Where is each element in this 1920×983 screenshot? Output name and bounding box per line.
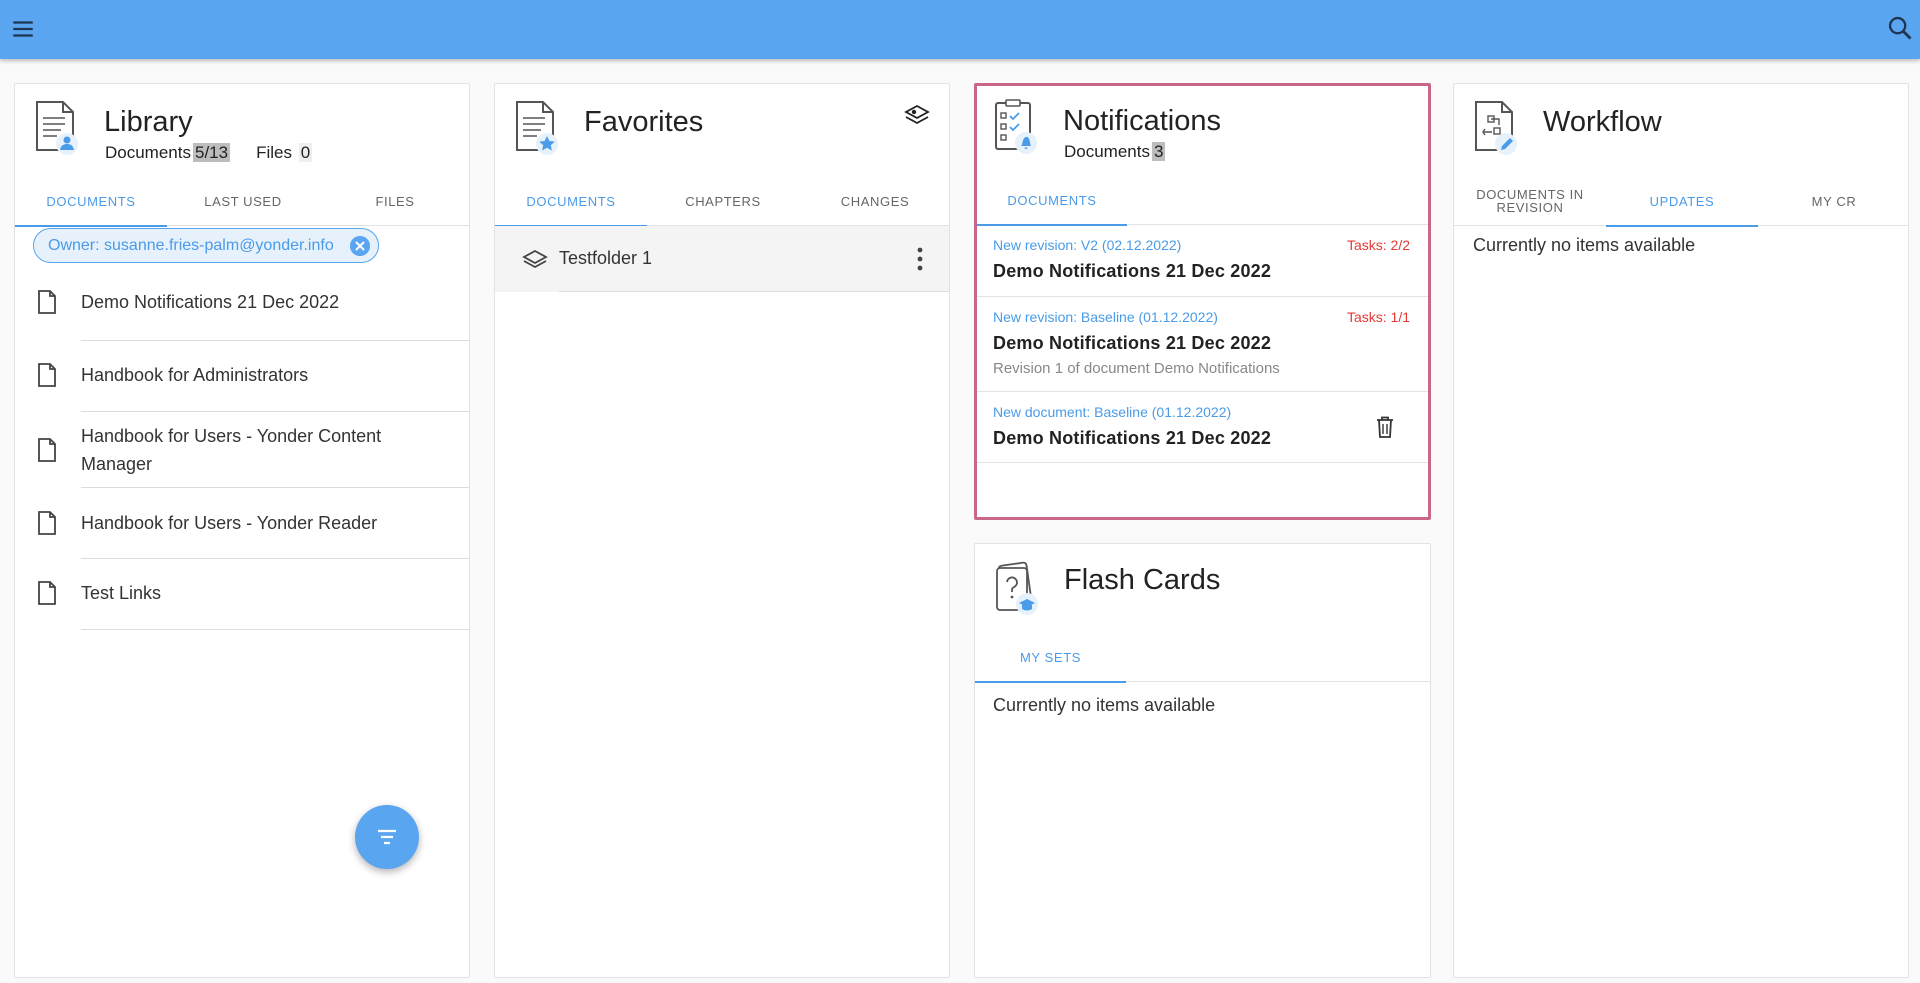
search-icon[interactable] (1886, 14, 1914, 42)
notifications-header: Notifications Documents 3 (977, 86, 1428, 166)
list-item[interactable]: Handbook for Users - Yonder Content Mana… (15, 412, 469, 488)
documents-count-badge: 3 (1151, 142, 1166, 161)
empty-state-text: Currently no items available (993, 695, 1216, 715)
empty-state-text: Currently no items available (1473, 235, 1696, 255)
notifications-title: Notifications (1063, 105, 1221, 137)
library-title: Library (104, 106, 193, 138)
notification-subtitle: Revision 1 of document Demo Notification… (993, 360, 1280, 377)
top-app-bar (0, 0, 1920, 59)
favorites-header: Favorites (495, 84, 949, 164)
notifications-card: Notifications Documents 3 DOCUMENTS New r… (974, 83, 1431, 520)
more-options-icon[interactable] (917, 246, 923, 272)
favorites-tabs: DOCUMENTS CHAPTERS CHANGES (495, 176, 949, 227)
favorites-title: Favorites (584, 106, 704, 138)
notification-item[interactable]: New revision: Baseline (01.12.2022) Task… (977, 297, 1428, 392)
library-header: Library Documents 5/13 Files 0 (15, 84, 469, 164)
notifications-tabs: DOCUMENTS (977, 175, 1428, 226)
tab-documents[interactable]: DOCUMENTS (495, 176, 647, 227)
tab-documents[interactable]: DOCUMENTS (15, 176, 167, 227)
list-item[interactable]: Test Links (15, 559, 469, 630)
favorite-folder-row[interactable]: Testfolder 1 (495, 226, 949, 292)
layers-pin-icon[interactable] (903, 102, 931, 130)
notification-title: Demo Notifications 21 Dec 2022 (993, 333, 1272, 353)
tab-chapters[interactable]: CHAPTERS (647, 176, 799, 226)
menu-icon[interactable] (10, 16, 36, 42)
filter-icon (378, 829, 396, 845)
document-icon (38, 511, 56, 535)
document-title: Handbook for Users - Yonder Reader (81, 513, 378, 533)
flashcards-card: Flash Cards MY SETS Currently no items a… (974, 543, 1431, 978)
document-title: Test Links (81, 583, 162, 603)
favorites-document-star-icon (516, 101, 558, 155)
library-document-user-icon (36, 101, 78, 155)
notification-title: Demo Notifications 21 Dec 2022 (993, 428, 1272, 448)
workflow-title: Workflow (1543, 106, 1662, 138)
notification-type: New document: Baseline (01.12.2022) (993, 404, 1232, 420)
notifications-checklist-bell-icon (995, 99, 1037, 154)
tab-files[interactable]: FILES (319, 176, 469, 226)
notification-item[interactable]: New document: Baseline (01.12.2022) Demo… (977, 392, 1428, 463)
document-icon (38, 363, 56, 387)
document-title: Demo Notifications 21 Dec 2022 (81, 292, 340, 312)
owner-filter-chip: Owner: susanne.fries-palm@yonder.info (33, 228, 379, 263)
files-count-badge: 0 (298, 143, 313, 162)
filter-button[interactable] (355, 805, 419, 869)
tab-changes[interactable]: CHANGES (799, 176, 949, 226)
tab-my-cr[interactable]: MY CR (1758, 176, 1908, 226)
documents-count-badge: 5/13 (192, 143, 231, 162)
list-item[interactable]: Handbook for Administrators (15, 341, 469, 412)
workflow-tabs: DOCUMENTS IN REVISION UPDATES MY CR (1454, 176, 1908, 227)
notification-title: Demo Notifications 21 Dec 2022 (993, 261, 1272, 281)
list-item[interactable]: Handbook for Users - Yonder Reader (15, 488, 469, 559)
tab-last-used[interactable]: LAST USED (167, 176, 319, 226)
owner-filter-label: Owner: susanne.fries-palm@yonder.info (48, 237, 334, 254)
notification-tasks: Tasks: 1/1 (1346, 309, 1410, 325)
close-icon[interactable] (349, 236, 370, 256)
document-title: Handbook for Administrators (81, 365, 309, 385)
flashcards-question-cap-icon (996, 561, 1038, 615)
tab-updates[interactable]: UPDATES (1606, 176, 1758, 227)
tab-my-sets[interactable]: MY SETS (975, 632, 1126, 683)
library-counts: Documents 5/13 Files 0 (105, 143, 313, 163)
delete-icon[interactable] (1376, 416, 1394, 438)
flashcards-tabs: MY SETS (975, 632, 1430, 683)
workflow-header: Workflow (1454, 84, 1908, 164)
folder-label: Testfolder 1 (559, 248, 653, 268)
tab-documents-in-revision[interactable]: DOCUMENTS IN REVISION (1454, 176, 1606, 226)
list-item[interactable]: Demo Notifications 21 Dec 2022 (15, 270, 469, 341)
library-document-list: Demo Notifications 21 Dec 2022 Handbook … (15, 270, 469, 630)
document-icon (38, 290, 56, 314)
folder-layers-icon (522, 249, 548, 269)
workflow-document-edit-icon (1475, 101, 1517, 155)
documents-count-label: Documents (1064, 142, 1150, 161)
flashcards-title: Flash Cards (1064, 564, 1221, 596)
document-title: Handbook for Users - Yonder Content Mana… (81, 426, 382, 474)
files-count-label: Files (256, 143, 292, 162)
notification-type: New revision: Baseline (01.12.2022) (993, 309, 1218, 325)
notification-type: New revision: V2 (02.12.2022) (993, 237, 1182, 253)
notifications-counts: Documents 3 (1064, 142, 1166, 162)
notification-tasks: Tasks: 2/2 (1346, 237, 1410, 253)
favorites-card: Favorites DOCUMENTS CHAPTERS CHANGES Tes… (494, 83, 950, 978)
workflow-card: Workflow DOCUMENTS IN REVISION UPDATES M… (1453, 83, 1909, 978)
tab-documents[interactable]: DOCUMENTS (977, 175, 1127, 226)
flashcards-header: Flash Cards (975, 544, 1430, 624)
library-tabs: DOCUMENTS LAST USED FILES (15, 176, 469, 227)
document-icon (38, 438, 56, 462)
documents-count-label: Documents (105, 143, 191, 162)
notification-item[interactable]: New revision: V2 (02.12.2022) Tasks: 2/2… (977, 225, 1428, 297)
document-icon (38, 581, 56, 605)
